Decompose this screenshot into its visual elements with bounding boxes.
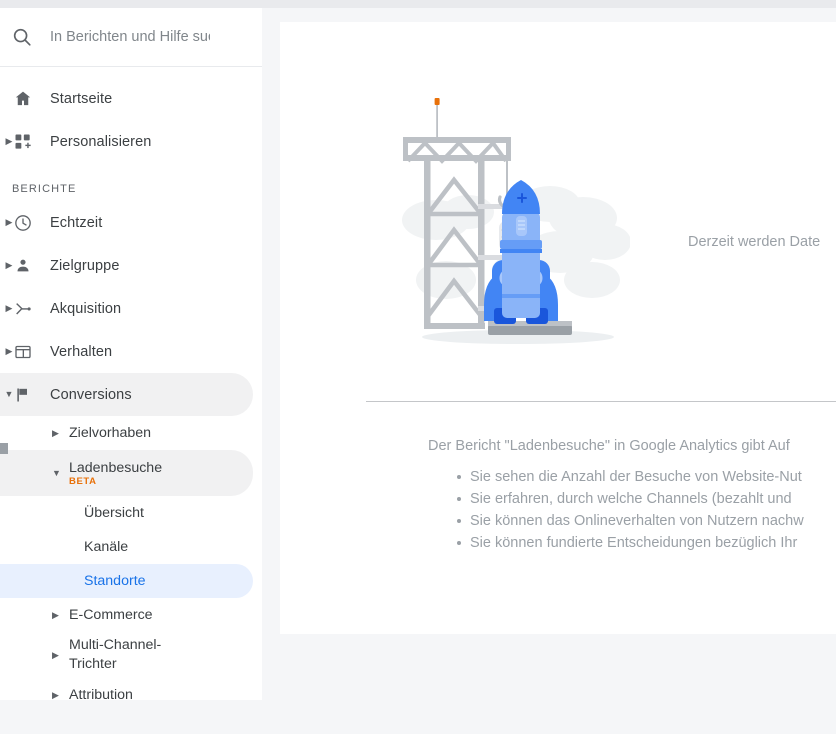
sidebar-item-label: Zielgruppe [50, 257, 120, 274]
sidebar-item-personalisieren[interactable]: ▶ Personalisieren [0, 120, 253, 163]
sidebar-item-conversions[interactable]: ▼ Conversions [0, 373, 253, 416]
sidebar-item-label: Echtzeit [50, 214, 103, 231]
search-input[interactable] [50, 29, 210, 45]
chevron-right-icon: ▶ [52, 689, 59, 700]
sidebar-item-label: Multi-Channel-Trichter [69, 637, 162, 672]
sidebar-item-e-commerce[interactable]: ▶ E-Commerce [0, 598, 253, 632]
sidebar-item-echtzeit[interactable]: ▶ Echtzeit [0, 201, 253, 244]
top-strip [0, 0, 836, 8]
sidebar-item-zielvorhaben[interactable]: ▶ Zielvorhaben [0, 416, 253, 450]
sidebar-item-multi-channel-trichter[interactable]: ▶ Multi-Channel-Trichter [0, 632, 253, 678]
analytics-app-window: Startseite ▶ Personalisieren BERICHTE [0, 0, 836, 734]
flag-icon [12, 384, 34, 406]
list-item: Sie können das Onlineverhalten von Nutze… [457, 510, 836, 532]
hero-status-text: Derzeit werden Date [688, 234, 821, 250]
sidebar-nav: Startseite ▶ Personalisieren BERICHTE ▶ … [0, 67, 262, 700]
sidebar-item-label-wrap: Ladenbesuche BETA [69, 459, 172, 487]
sidebar-item-label: Standorte [84, 573, 146, 589]
sidebar-item-label: Übersicht [84, 505, 144, 521]
sidebar-item-attribution[interactable]: ▶ Attribution [0, 678, 253, 701]
sidebar-item-label: Startseite [50, 90, 113, 107]
report-description-block: Der Bericht "Ladenbesuche" in Google Ana… [280, 438, 836, 554]
sidebar-item-kanaele[interactable]: Kanäle [0, 530, 253, 564]
description-intro: Der Bericht "Ladenbesuche" in Google Ana… [428, 438, 790, 454]
sidebar-item-label: Zielvorhaben [69, 424, 152, 441]
chevron-right-icon: ▶ [52, 649, 59, 660]
benefit-list: Sie sehen die Anzahl der Besuche von Web… [280, 466, 836, 554]
left-sidebar: Startseite ▶ Personalisieren BERICHTE [0, 8, 262, 700]
sidebar-item-akquisition[interactable]: ▶ Akquisition [0, 287, 253, 330]
clock-icon [12, 212, 34, 234]
customization-icon [12, 131, 34, 153]
hero-section: Derzeit werden Date [280, 22, 836, 394]
sidebar-item-zielgruppe[interactable]: ▶ Zielgruppe [0, 244, 253, 287]
list-item: Sie können fundierte Entscheidungen bezü… [457, 532, 836, 554]
list-item: Sie sehen die Anzahl der Besuche von Web… [457, 466, 836, 488]
sidebar-item-label: Conversions [50, 386, 132, 403]
sidebar-item-label: Akquisition [50, 300, 122, 317]
rocket-launchpad-illustration [402, 98, 630, 344]
sidebar-item-label: Ladenbesuche [69, 460, 163, 476]
sidebar-item-uebersicht[interactable]: Übersicht [0, 496, 253, 530]
sidebar-item-label: Kanäle [84, 539, 129, 555]
chevron-right-icon: ▶ [52, 609, 59, 620]
sidebar-item-label: Attribution [69, 686, 133, 701]
sidebar-item-startseite[interactable]: Startseite [0, 77, 253, 120]
sidebar-item-label: Verhalten [50, 343, 113, 360]
sidebar-item-verhalten[interactable]: ▶ Verhalten [0, 330, 253, 373]
chevron-down-icon: ▼ [52, 467, 61, 478]
sidebar-item-standorte[interactable]: Standorte [0, 564, 253, 598]
beta-badge: BETA [69, 476, 97, 487]
sidebar-item-ladenbesuche[interactable]: ▼ Ladenbesuche BETA [0, 450, 253, 496]
search-icon [11, 26, 33, 48]
report-content-panel: Derzeit werden Date Der Bericht "Ladenbe… [280, 22, 836, 634]
chevron-right-icon: ▶ [52, 427, 59, 438]
person-icon [12, 255, 34, 277]
content-divider [366, 401, 836, 402]
acquisition-icon [12, 298, 34, 320]
sidebar-section-label: BERICHTE [12, 183, 77, 195]
sidebar-item-label: E-Commerce [69, 606, 153, 623]
sidebar-item-label: Personalisieren [50, 133, 152, 150]
scroll-position-marker[interactable] [0, 443, 8, 454]
list-item: Sie erfahren, durch welche Channels (bez… [457, 488, 836, 510]
home-icon [12, 88, 34, 110]
search-row[interactable] [0, 8, 262, 67]
behavior-icon [12, 341, 34, 363]
